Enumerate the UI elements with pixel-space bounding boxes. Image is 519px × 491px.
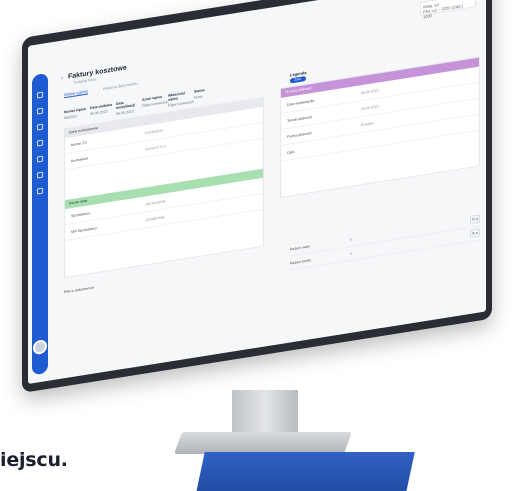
tab-overview[interactable]: Widok ogólny: [64, 88, 89, 99]
status-badge: Zatw.: [290, 75, 306, 84]
field-label: Kontrahent: [71, 156, 89, 164]
field-value: Przelew: [361, 121, 374, 128]
total-value: 0: [350, 251, 352, 257]
blue-box: [195, 452, 415, 491]
document-icon[interactable]: [37, 123, 43, 131]
avatar[interactable]: [33, 338, 47, 356]
basic-data-card: Dane podstawowe Numer FV FV/05/2023 Kontr…: [64, 96, 264, 279]
field-value: 20.05.2023: [361, 104, 379, 112]
chart-icon[interactable]: [37, 171, 43, 179]
back-icon[interactable]: ‹: [61, 75, 63, 81]
field-value: Comarch S.A.: [145, 144, 167, 152]
page-title: Faktury kosztowe: [68, 64, 127, 81]
settings-icon[interactable]: [37, 155, 43, 163]
total-label: Razem brutto: [290, 258, 312, 266]
field-label: Opis: [287, 149, 295, 155]
tab-history[interactable]: Historia dokumentu: [103, 81, 137, 91]
total-value: 0: [350, 237, 352, 243]
field-value: Jan Kowalski: [145, 199, 166, 207]
field-label: Termin płatności: [287, 114, 313, 123]
payment-card: Terminy płatności Data wystawienia 06.05.…: [280, 56, 480, 199]
field-label: Data wystawienia: [287, 98, 315, 107]
list-icon[interactable]: [37, 107, 43, 115]
field-label: Forma płatności: [287, 131, 312, 139]
field-label: Sprzedawca: [71, 211, 91, 219]
field-label: NIP Sprzedawcy: [71, 226, 97, 235]
monitor-stand-base: [173, 432, 353, 454]
folder-icon[interactable]: [37, 139, 43, 147]
home-icon[interactable]: [37, 91, 43, 99]
sidebar: [32, 72, 48, 376]
caption-text: iejscu.: [0, 449, 68, 471]
monitor-stand-neck: [232, 390, 298, 438]
field-label: Numer FV: [71, 140, 87, 148]
currency-button[interactable]: PLN: [470, 214, 480, 224]
totals: Razem netto 0 PLN Razem brutto 0 PLN: [290, 212, 480, 271]
total-label: Razem netto: [290, 244, 310, 252]
attachments-label[interactable]: Pliki w dokumencie: [64, 286, 94, 295]
field-value: 06.05.2023: [361, 88, 379, 96]
user-selector[interactable]: Witaj, szr Filia s.p. - 2023 (Zakt.) 100…: [420, 0, 476, 19]
archive-icon[interactable]: [37, 187, 43, 195]
field-value: 1234567890: [145, 215, 165, 223]
field-value: FV/05/2023: [145, 128, 164, 136]
currency-button[interactable]: PLN: [470, 228, 480, 238]
